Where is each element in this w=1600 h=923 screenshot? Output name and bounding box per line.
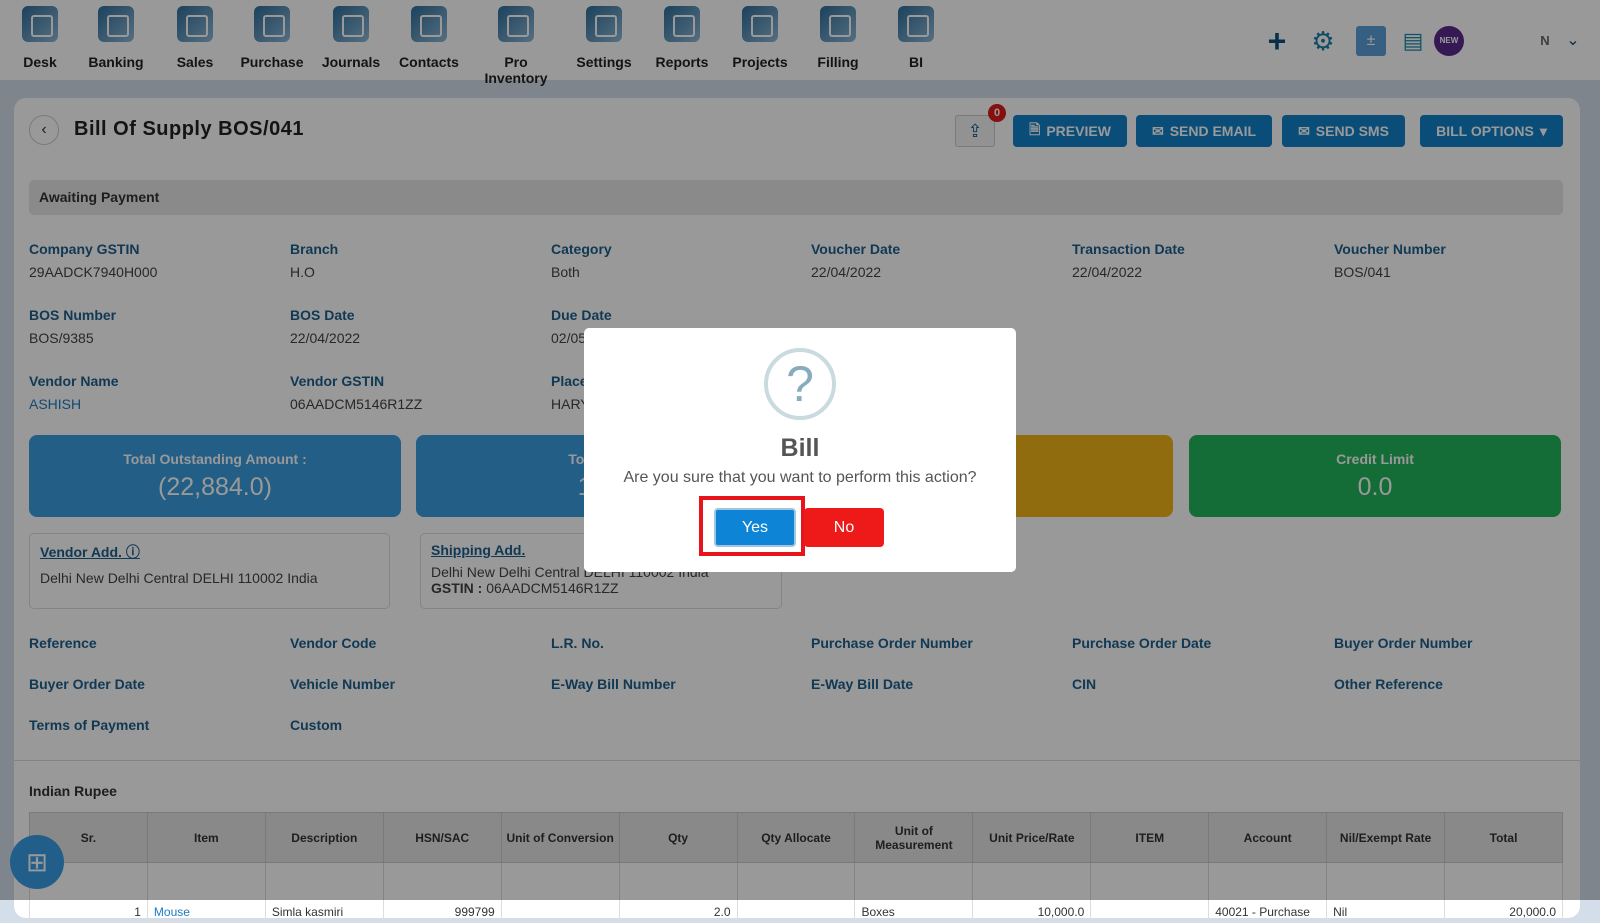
dialog-message: Are you sure that you want to perform th… [623,469,977,486]
yes-button[interactable]: Yes [714,508,796,547]
no-button[interactable]: No [804,508,884,547]
dialog-title: Bill [780,434,820,462]
question-icon: ? [764,348,836,420]
confirm-dialog: ? Bill Are you sure that you want to per… [584,328,1016,572]
